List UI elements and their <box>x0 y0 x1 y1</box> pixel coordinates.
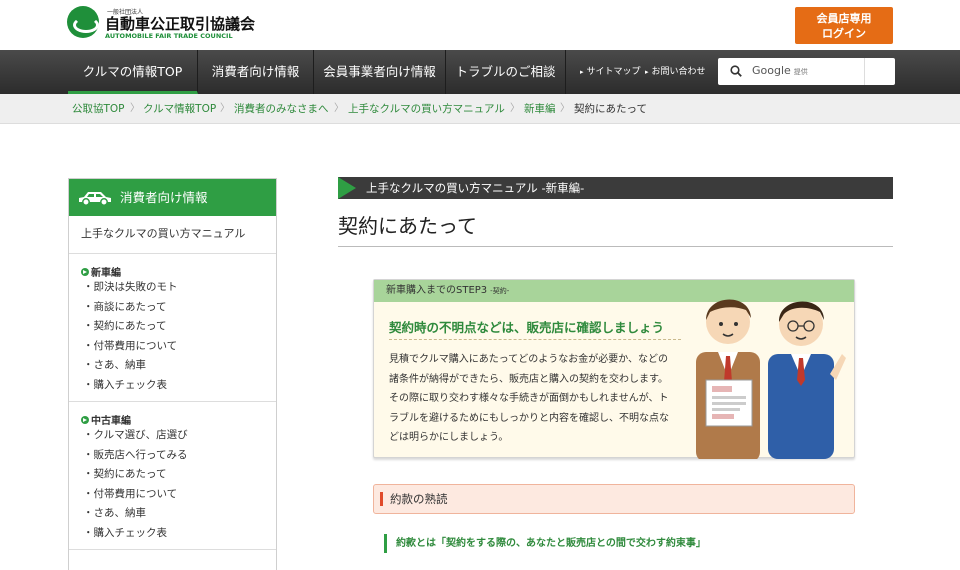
member-login-line1: 会員店専用 <box>816 12 872 25</box>
step-card-header-label: 新車購入までのSTEP3 <box>386 285 488 296</box>
member-login-button[interactable]: 会員店専用 ログイン <box>795 7 893 44</box>
page-title: 契約にあたって <box>338 214 477 238</box>
breadcrumb-current: 契約にあたって <box>574 103 647 115</box>
sidebar-section-used-car: 中古車編 <box>69 402 276 427</box>
breadcrumb-item[interactable]: 上手なクルマの買い方マニュアル <box>348 94 505 124</box>
sidebar-item[interactable]: 商談にあたって <box>69 298 276 318</box>
global-nav: クルマの情報TOP 消費者向け情報 会員事業者向け情報 トラブルのご相談 ▸ サイ… <box>0 50 960 94</box>
search-provider-label: Google 提供 <box>752 64 808 77</box>
chevron-right-icon: ▸ <box>645 68 649 76</box>
sidebar-item[interactable]: 購入チェック表 <box>69 524 276 544</box>
nav-sitemap-label: サイトマップ <box>586 67 641 77</box>
member-login-line2: ログイン <box>822 27 866 40</box>
sidebar-header-label: 消費者向け情報 <box>120 190 208 205</box>
breadcrumb-item[interactable]: クルマ情報TOP <box>143 94 216 124</box>
logo-mark-icon <box>67 6 99 38</box>
sidebar-item[interactable]: クルマ選び、店選び <box>69 426 276 446</box>
sidebar-divider <box>69 549 276 550</box>
sidebar-section-new-car: 新車編 <box>69 254 276 279</box>
search-divider <box>864 58 865 85</box>
nav-item-member-info[interactable]: 会員事業者向け情報 <box>314 50 446 94</box>
breadcrumb-item[interactable]: 消費者のみなさまへ <box>234 94 329 124</box>
sidebar-item[interactable]: 即決は失敗のモト <box>69 278 276 298</box>
sidebar-item[interactable]: 付帯費用について <box>69 485 276 505</box>
step-card-title: 契約時の不明点などは、販売店に確認しましょう <box>389 320 665 335</box>
step-card-header-sub: -契約- <box>490 287 510 295</box>
step-card-divider <box>389 339 681 340</box>
search-provider-name: Google <box>752 64 791 77</box>
logo-name: 自動車公正取引協議会 <box>105 15 256 33</box>
arrow-bullet-icon <box>81 416 89 424</box>
nav-item-car-info-top[interactable]: クルマの情報TOP <box>68 50 198 94</box>
nav-contact-label: お問い合わせ <box>651 67 706 77</box>
title-divider <box>338 246 893 247</box>
car-icon <box>79 192 111 206</box>
sidebar: 消費者向け情報 上手なクルマの買い方マニュアル 新車編 即決は失敗のモト 商談に… <box>68 178 277 570</box>
breadcrumb-separator-icon: 〉 <box>130 103 140 114</box>
clause-definition-note: 約款とは「契約をする際の、あなたと販売店との間で交わす約束事」 <box>384 534 706 553</box>
breadcrumb-separator-icon: 〉 <box>334 103 344 114</box>
clause-heading: 約款の熟読 <box>373 484 855 514</box>
breadcrumb-separator-icon: 〉 <box>510 103 520 114</box>
sidebar-item[interactable]: 契約にあたって <box>69 317 276 337</box>
nav-sitemap-link[interactable]: ▸ サイトマップ <box>580 50 641 94</box>
breadcrumb-separator-icon: 〉 <box>560 103 570 114</box>
sidebar-header: 消費者向け情報 <box>69 179 276 216</box>
breadcrumb-item[interactable]: 新車編 <box>524 94 556 124</box>
step-card-body: 見積でクルマ購入にあたってどのようなお金が必要か、などの諸条件が納得ができたら、… <box>389 354 669 443</box>
nav-item-trouble-consult[interactable]: トラブルのご相談 <box>446 50 566 94</box>
site-header: 一般社団法人 自動車公正取引協議会 AUTOMOBILE FAIR TRADE … <box>0 0 960 50</box>
breadcrumb-separator-icon: 〉 <box>220 103 230 114</box>
sidebar-item[interactable]: 販売店へ行ってみる <box>69 446 276 466</box>
nav-contact-link[interactable]: ▸ お問い合わせ <box>645 50 706 94</box>
sidebar-item[interactable]: 付帯費用について <box>69 337 276 357</box>
logo-english-name: AUTOMOBILE FAIR TRADE COUNCIL <box>105 32 233 40</box>
step-card: 新車購入までのSTEP3 -契約- 契約時の不明点などは、販売店に確認しましょう … <box>373 279 855 459</box>
section-heading-bar: 上手なクルマの買い方マニュアル -新車編- <box>338 177 893 199</box>
chevron-right-icon: ▸ <box>580 68 584 76</box>
search-input[interactable]: Google 提供 <box>718 58 895 85</box>
breadcrumb: 公取協TOP 〉 クルマ情報TOP 〉 消費者のみなさまへ 〉 上手なクルマの買… <box>0 94 960 124</box>
breadcrumb-item[interactable]: 公取協TOP <box>72 94 125 124</box>
consultation-illustration <box>696 299 846 459</box>
nav-item-consumer-info[interactable]: 消費者向け情報 <box>198 50 314 94</box>
truncated-text-line <box>384 565 804 570</box>
site-logo[interactable]: 一般社団法人 自動車公正取引協議会 AUTOMOBILE FAIR TRADE … <box>67 6 255 40</box>
search-provider-sub: 提供 <box>793 68 808 76</box>
sidebar-item[interactable]: 契約にあたって <box>69 465 276 485</box>
sidebar-manual-link[interactable]: 上手なクルマの買い方マニュアル <box>69 216 276 254</box>
sidebar-item[interactable]: さあ、納車 <box>69 504 276 524</box>
sidebar-item[interactable]: 購入チェック表 <box>69 376 276 396</box>
sidebar-item[interactable]: さあ、納車 <box>69 356 276 376</box>
arrow-bullet-icon <box>81 268 89 276</box>
search-icon <box>730 65 742 77</box>
